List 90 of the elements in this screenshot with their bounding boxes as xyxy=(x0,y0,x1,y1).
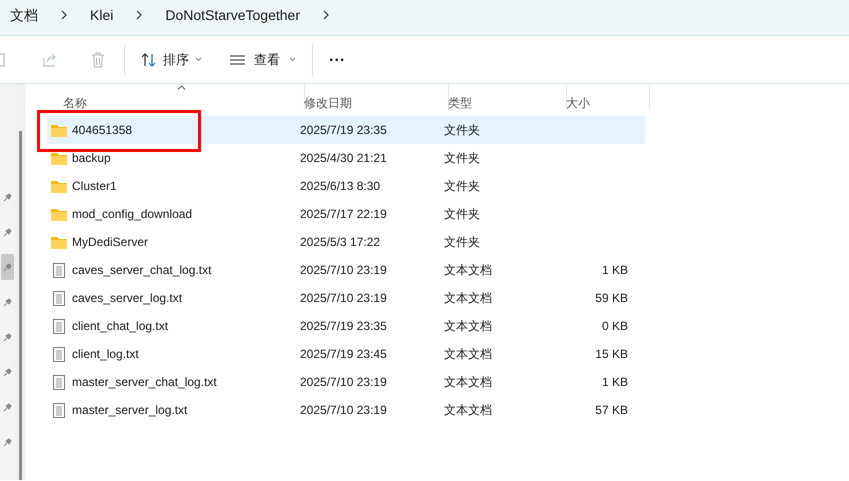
sort-icon xyxy=(141,52,157,66)
trash-icon[interactable] xyxy=(91,52,105,68)
file-row[interactable]: MyDediServer 2025/5/3 17:22 文件夹 xyxy=(47,228,645,256)
breadcrumb-item[interactable]: DoNotStarveTogether xyxy=(165,4,300,26)
text-file-icon xyxy=(53,262,65,278)
file-type: 文本文档 xyxy=(444,346,493,363)
text-file-icon xyxy=(53,346,65,362)
view-button[interactable]: 查看 xyxy=(230,50,296,70)
modified-date: 2025/7/10 23:19 xyxy=(300,290,388,307)
file-type: 文本文档 xyxy=(444,262,493,279)
file-row[interactable]: Cluster1 2025/6/13 8:30 文件夹 xyxy=(47,172,645,200)
column-header[interactable]: 名称 xyxy=(63,90,304,115)
modified-date: 2025/7/19 23:45 xyxy=(300,346,388,363)
chevron-icon[interactable] xyxy=(135,10,144,20)
file-name: mod_config_download xyxy=(71,206,194,223)
pin-icon xyxy=(3,368,12,376)
file-type: 文本文档 xyxy=(444,318,493,335)
pin-icon xyxy=(3,298,12,306)
file-name: backup xyxy=(71,150,112,167)
modified-date: 2025/4/30 21:21 xyxy=(300,150,388,167)
file-name: MyDediServer xyxy=(71,234,150,251)
file-name: Cluster1 xyxy=(71,178,118,195)
column-header[interactable]: 大小 xyxy=(566,90,649,115)
share-icon[interactable] xyxy=(42,52,58,66)
pin-icon xyxy=(3,228,12,236)
file-row[interactable]: master_server_log.txt 2025/7/10 23:19 文本文档 57 KB xyxy=(47,396,645,424)
column-header[interactable]: 类型 xyxy=(448,90,566,115)
file-name: master_server_log.txt xyxy=(71,402,188,419)
chevron-icon[interactable] xyxy=(322,10,330,20)
file-row[interactable]: 404651358 2025/7/19 23:35 文件夹 xyxy=(47,116,645,144)
file-row[interactable]: backup 2025/4/30 21:21 文件夹 xyxy=(47,144,645,172)
file-type: 文件夹 xyxy=(444,122,481,139)
file-type: 文件夹 xyxy=(444,178,481,195)
modified-date: 2025/6/13 8:30 xyxy=(300,178,382,195)
modified-date: 2025/7/10 23:19 xyxy=(300,374,388,391)
menu-icon xyxy=(230,54,245,64)
file-type: 文件夹 xyxy=(444,206,481,223)
file-type: 文件夹 xyxy=(444,150,481,167)
text-file-icon xyxy=(53,318,65,334)
sort-button[interactable]: 排序 xyxy=(141,50,202,70)
modified-date: 2025/7/10 23:19 xyxy=(300,402,388,419)
file-name: client_chat_log.txt xyxy=(71,318,170,335)
pin-icon xyxy=(3,438,12,446)
text-file-icon xyxy=(53,290,65,306)
scrollbar[interactable] xyxy=(18,131,22,480)
folder-icon xyxy=(51,236,67,248)
file-row[interactable]: client_chat_log.txt 2025/7/19 23:35 文本文档 0 KB xyxy=(47,312,645,340)
modified-date: 2025/5/3 17:22 xyxy=(300,234,382,251)
breadcrumb-item[interactable]: 文档 xyxy=(10,4,38,26)
folder-icon xyxy=(51,152,67,164)
file-type: 文本文档 xyxy=(444,290,493,307)
breadcrumb-item[interactable]: Klei xyxy=(90,4,114,26)
more-button[interactable]: ... xyxy=(329,48,346,70)
folder-icon xyxy=(51,124,67,136)
text-file-icon xyxy=(53,374,65,390)
file-name: caves_server_chat_log.txt xyxy=(71,262,212,279)
text-file-icon xyxy=(53,402,65,418)
file-size: 0 KB xyxy=(600,318,628,335)
file-type: 文本文档 xyxy=(444,402,493,419)
file-size: 57 KB xyxy=(594,402,628,419)
modified-date: 2025/7/19 23:35 xyxy=(300,318,388,335)
pinned-item[interactable] xyxy=(1,254,14,280)
modified-date: 2025/7/10 23:19 xyxy=(300,262,388,279)
file-row[interactable]: caves_server_chat_log.txt 2025/7/10 23:19 文本文档 1 KB xyxy=(47,256,645,284)
file-size: 1 KB xyxy=(600,262,628,279)
column-header[interactable]: 修改日期 xyxy=(304,90,448,115)
file-name: 404651358 xyxy=(71,122,134,139)
pin-icon xyxy=(3,402,12,412)
file-name: caves_server_log.txt xyxy=(71,290,184,307)
chevron-icon[interactable] xyxy=(60,10,68,20)
caret-icon xyxy=(195,57,202,62)
file-row[interactable]: client_log.txt 2025/7/19 23:45 文本文档 15 KB xyxy=(47,340,645,368)
file-size: 59 KB xyxy=(594,290,628,307)
modified-date: 2025/7/19 23:35 xyxy=(300,122,388,139)
file-name: client_log.txt xyxy=(71,346,140,363)
file-type: 文件夹 xyxy=(444,234,481,251)
pin-icon xyxy=(3,262,12,272)
modified-date: 2025/7/17 22:19 xyxy=(300,206,388,223)
folder-icon xyxy=(51,208,67,220)
file-size: 1 KB xyxy=(600,374,628,391)
file-name: master_server_chat_log.txt xyxy=(71,374,218,391)
file-row[interactable]: caves_server_log.txt 2025/7/10 23:19 文本文档 59 KB xyxy=(47,284,645,312)
file-row[interactable]: master_server_chat_log.txt 2025/7/10 23:19 文本文档 1 KB xyxy=(47,368,645,396)
pin-icon xyxy=(3,192,12,202)
file-type: 文本文档 xyxy=(444,374,493,391)
pin-icon xyxy=(3,332,12,342)
folder-icon xyxy=(51,180,67,192)
caret-icon xyxy=(289,57,296,62)
file-size: 15 KB xyxy=(594,346,628,363)
file-row[interactable]: mod_config_download 2025/7/17 22:19 文件夹 xyxy=(47,200,645,228)
